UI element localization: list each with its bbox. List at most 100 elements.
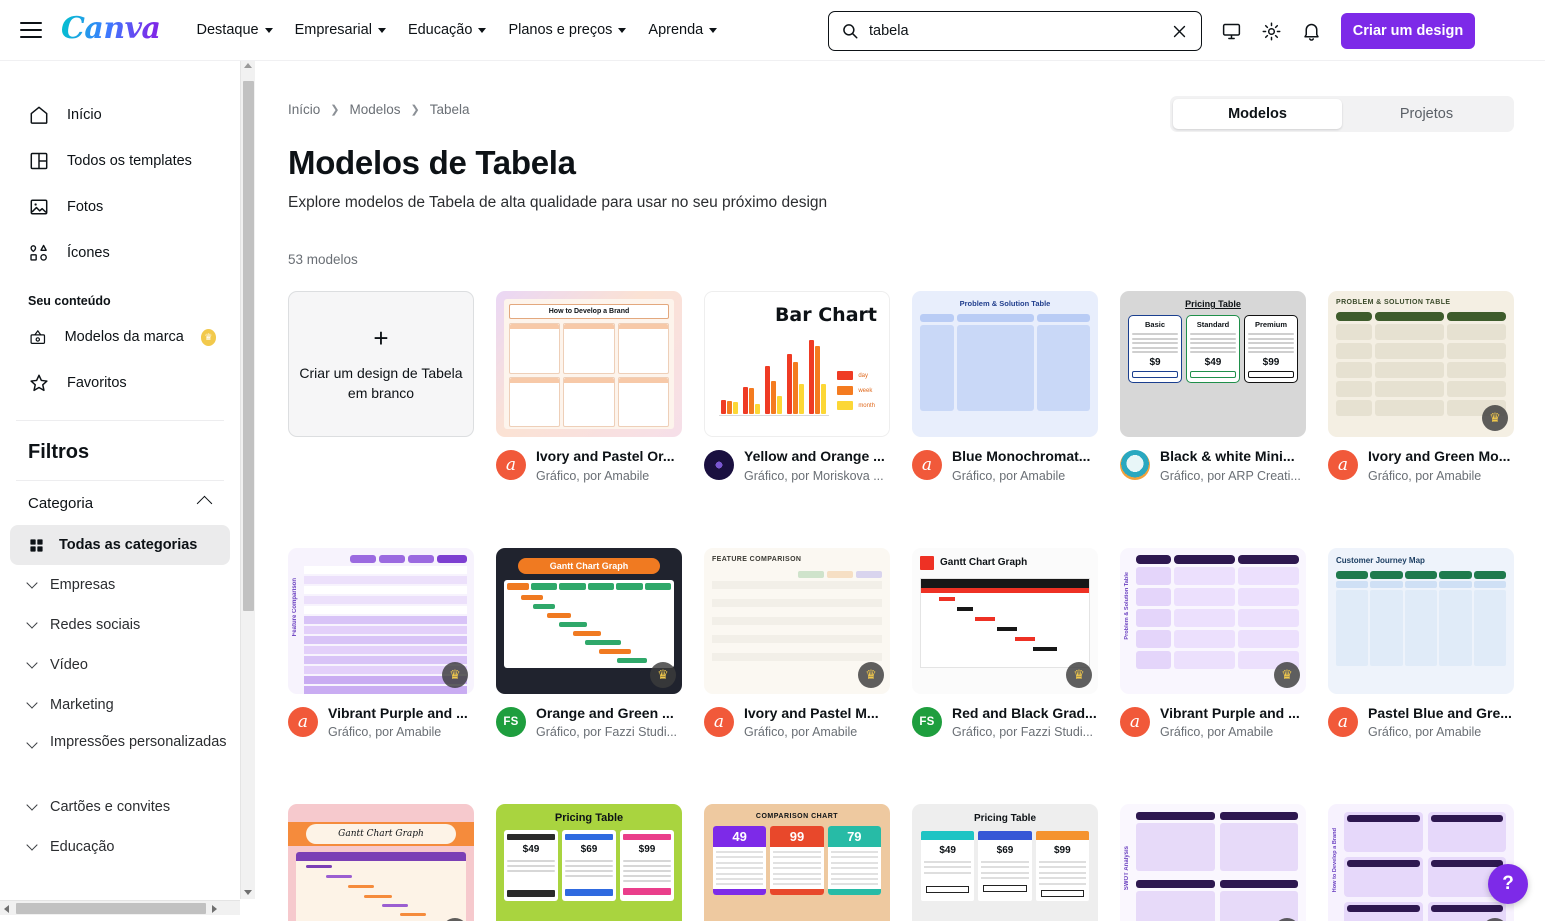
bell-icon[interactable]: [1294, 14, 1328, 48]
tier-label: Premium: [1254, 320, 1288, 329]
avatar[interactable]: a: [1120, 706, 1150, 737]
template-name[interactable]: Ivory and Pastel M...: [744, 705, 879, 723]
template-card[interactable]: Customer Journey Map: [1328, 547, 1514, 694]
nav-label: Empresarial: [294, 22, 372, 38]
page-subtitle: Explore modelos de Tabela de alta qualid…: [288, 194, 828, 211]
nav-item-educacao[interactable]: Educação: [408, 22, 487, 38]
grid-cell: Pricing Table $49 $69 $99: [912, 804, 1098, 921]
tab-projetos[interactable]: Projetos: [1342, 99, 1511, 129]
sidebar-category-video[interactable]: Vídeo: [10, 645, 230, 685]
avatar[interactable]: [704, 450, 734, 481]
avatar[interactable]: a: [704, 706, 734, 737]
template-meta: a Ivory and Pastel M... Gráfico, por Ama…: [704, 705, 890, 739]
scrollbar-thumb[interactable]: [16, 903, 206, 914]
grid-cell: Pricing Table $49 $69 $99: [496, 804, 682, 921]
search-bar[interactable]: [828, 11, 1202, 51]
create-design-button[interactable]: Criar um design: [1341, 13, 1475, 49]
sidebar-item-todos-os-templates[interactable]: Todos os templates: [10, 138, 230, 184]
template-name[interactable]: Vibrant Purple and ...: [1160, 705, 1300, 723]
sidebar-category-impressoes-personalizadas[interactable]: Impressões personalizadas: [10, 725, 230, 787]
hamburger-icon[interactable]: [20, 22, 42, 38]
category-label: Redes sociais: [50, 617, 141, 633]
close-icon[interactable]: [1159, 23, 1188, 40]
scroll-down-arrow-icon[interactable]: [244, 890, 252, 895]
tab-modelos[interactable]: Modelos: [1173, 99, 1342, 129]
template-card[interactable]: Gantt Chart Graph: [288, 804, 474, 921]
chevron-down-icon: [618, 27, 627, 33]
plus-icon: +: [373, 322, 389, 353]
sidebar-vertical-scrollbar[interactable]: [240, 61, 255, 899]
template-name[interactable]: Blue Monochromat...: [952, 448, 1090, 466]
breadcrumb-item-tabela[interactable]: Tabela: [430, 102, 470, 117]
template-card[interactable]: COMPARISON CHART 49 99 79: [704, 804, 890, 921]
sidebar-item-inicio[interactable]: Início: [10, 92, 230, 138]
template-card[interactable]: How to Develop a Brand ♛: [1328, 804, 1514, 921]
nav-item-planos-e-precos[interactable]: Planos e preços: [508, 22, 627, 38]
template-card[interactable]: Pricing Table $49 $69 $99: [912, 804, 1098, 921]
avatar[interactable]: FS: [912, 706, 942, 737]
chevron-down-icon: [264, 27, 273, 33]
template-card[interactable]: Pricing Table $49 $69 $99: [496, 804, 682, 921]
template-name[interactable]: Black & white Mini...: [1160, 448, 1301, 466]
sidebar-item-favoritos[interactable]: Favoritos: [10, 360, 230, 406]
top-navigation-bar: Canva Destaque Empresarial Educação Plan…: [0, 0, 1545, 61]
template-name[interactable]: Ivory and Pastel Or...: [536, 448, 675, 466]
template-name[interactable]: Vibrant Purple and ...: [328, 705, 468, 723]
template-card[interactable]: Gantt Chart Graph: [496, 547, 682, 694]
canva-logo[interactable]: Canva: [61, 11, 161, 49]
sidebar-category-todas-as-categorias[interactable]: Todas as categorias: [10, 525, 230, 565]
price: $49: [939, 845, 956, 856]
template-card[interactable]: SWOT Analysis ♛: [1120, 804, 1306, 921]
avatar[interactable]: a: [288, 706, 318, 737]
scrollbar-thumb[interactable]: [243, 81, 254, 611]
sidebar-category-redes-sociais[interactable]: Redes sociais: [10, 605, 230, 645]
template-card[interactable]: Problem & Solution Table ♛: [1120, 547, 1306, 694]
main-content: Início ❯ Modelos ❯ Tabela Modelos Projet…: [256, 61, 1545, 921]
grid-cell: How to Develop a Brand ♛ a Purple and Mo…: [1328, 804, 1514, 921]
nav-item-aprenda[interactable]: Aprenda: [648, 22, 718, 38]
avatar[interactable]: [1120, 450, 1150, 481]
template-card[interactable]: Problem & Solution Table: [912, 291, 1098, 437]
avatar[interactable]: FS: [496, 706, 526, 737]
template-name[interactable]: Pastel Blue and Gre...: [1368, 705, 1512, 723]
template-card[interactable]: Gantt Chart Graph: [912, 547, 1098, 694]
create-blank-template-card[interactable]: + Criar um design de Tabela em branco: [288, 291, 474, 437]
category-section-header[interactable]: Categoria: [10, 481, 230, 525]
sidebar-category-marketing[interactable]: Marketing: [10, 685, 230, 725]
template-card[interactable]: PROBLEM & SOLUTION TABLE ♛: [1328, 291, 1514, 437]
sidebar-item-icones[interactable]: Ícones: [10, 230, 230, 276]
scroll-right-arrow-icon[interactable]: [212, 905, 217, 913]
sidebar-category-educacao[interactable]: Educação: [10, 827, 230, 867]
search-input[interactable]: [869, 23, 1159, 39]
avatar[interactable]: a: [496, 450, 526, 481]
breadcrumb-item-inicio[interactable]: Início: [288, 102, 320, 117]
template-card[interactable]: How to Develop a Brand: [496, 291, 682, 437]
template-card[interactable]: Bar Chart day week month: [704, 291, 890, 437]
avatar[interactable]: a: [1328, 450, 1358, 481]
sidebar-item-label: Início: [67, 107, 102, 123]
nav-item-empresarial[interactable]: Empresarial: [295, 22, 386, 38]
scroll-left-arrow-icon[interactable]: [4, 905, 9, 913]
left-sidebar: Início Todos os templates Fotos Ícones S…: [0, 61, 240, 921]
help-button[interactable]: ?: [1488, 864, 1528, 904]
template-name[interactable]: Ivory and Green Mo...: [1368, 448, 1510, 466]
template-card[interactable]: Pricing Table Basic $9 Standard $49 Prem…: [1120, 291, 1306, 437]
gear-icon[interactable]: [1254, 14, 1288, 48]
breadcrumb-item-modelos[interactable]: Modelos: [350, 102, 401, 117]
nav-item-destaque[interactable]: Destaque: [197, 22, 273, 38]
grid-cell: FEATURE COMPARISON ♛ a Ivory and Pastel …: [704, 547, 890, 739]
template-card[interactable]: Feature Comparison ♛: [288, 547, 474, 694]
display-icon[interactable]: [1214, 14, 1248, 48]
template-name[interactable]: Yellow and Orange ...: [744, 448, 885, 466]
avatar[interactable]: a: [1328, 706, 1358, 737]
template-name[interactable]: Red and Black Grad...: [952, 705, 1097, 723]
sidebar-category-empresas[interactable]: Empresas: [10, 565, 230, 605]
scroll-up-arrow-icon[interactable]: [244, 63, 252, 68]
template-name[interactable]: Orange and Green ...: [536, 705, 677, 723]
sidebar-item-fotos[interactable]: Fotos: [10, 184, 230, 230]
avatar[interactable]: a: [912, 450, 942, 481]
sidebar-category-cartoes-e-convites[interactable]: Cartões e convites: [10, 787, 230, 827]
sidebar-item-modelos-da-marca[interactable]: Modelos da marca ♛: [10, 314, 230, 360]
template-card[interactable]: FEATURE COMPARISON ♛: [704, 547, 890, 694]
sidebar-horizontal-scrollbar[interactable]: [0, 900, 240, 915]
